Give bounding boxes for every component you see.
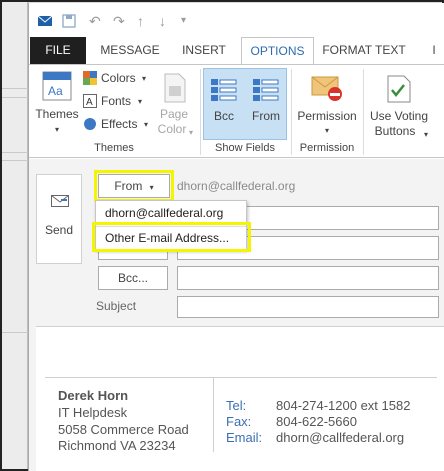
themes-icon: Aa [42, 71, 72, 101]
colors-button[interactable]: Colors ▾ [83, 70, 151, 88]
effects-icon [84, 118, 96, 130]
signature-divider [45, 377, 437, 378]
send-label: Send [44, 223, 74, 237]
permission-icon [311, 76, 342, 101]
from-option-default[interactable]: dhorn@callfederal.org [105, 206, 223, 220]
redo-icon[interactable]: ↷ [113, 13, 125, 30]
from-icon [253, 79, 279, 101]
save-icon[interactable] [62, 14, 76, 28]
subject-field[interactable] [177, 296, 439, 318]
signature-title: IT Helpdesk [58, 405, 128, 420]
title-bar: ↶ ↷ ↑ ↓ ▾ [29, 3, 444, 37]
effects-button[interactable]: Effects ▾ [83, 116, 151, 134]
bcc-label: Bcc [213, 109, 234, 123]
signature-email-value[interactable]: dhorn@callfederal.org [276, 429, 404, 446]
chevron-down-icon: ▾ [144, 120, 149, 129]
chevron-down-icon: ▾ [324, 126, 329, 135]
from-toggle[interactable]: From [245, 69, 287, 139]
send-button[interactable]: Send [36, 174, 82, 264]
group-separator [363, 69, 364, 155]
up-arrow-icon[interactable]: ↑ [137, 13, 144, 29]
signature-street: 5058 Commerce Road [58, 422, 189, 437]
down-arrow-icon[interactable]: ↓ [159, 13, 166, 29]
signature-tel-label: Tel: [226, 398, 247, 413]
colors-label: Colors [101, 71, 136, 85]
page-color-icon [164, 73, 186, 103]
themes-button[interactable]: Aa Themes ▾ [33, 67, 81, 139]
voting-icon [387, 75, 411, 103]
page-color-button[interactable]: Page Color ▾ [153, 67, 195, 139]
signature-fax-value: 804-622-5660 [276, 414, 357, 429]
fonts-button[interactable]: A Fonts ▾ [83, 93, 151, 111]
chevron-down-icon: ▾ [138, 97, 143, 106]
effects-label: Effects [101, 117, 138, 131]
chevron-down-icon: ▾ [188, 128, 193, 137]
permission-button[interactable]: Permission ▾ [293, 67, 361, 139]
undo-icon[interactable]: ↶ [89, 13, 101, 30]
themes-label: Themes [35, 107, 79, 121]
use-voting-buttons-button[interactable]: Use Voting Buttons ▾ [366, 67, 432, 139]
fonts-icon: A [83, 94, 97, 108]
tab-options[interactable]: OPTIONS [241, 37, 314, 65]
chevron-down-icon: ▾ [54, 125, 59, 134]
page-color-label: Page [159, 107, 189, 121]
bcc-field[interactable] [177, 266, 439, 290]
tab-message[interactable]: MESSAGE [91, 37, 169, 64]
signature-email-label: Email: [226, 430, 263, 445]
from-button-highlight [94, 170, 174, 202]
voting-label: Use Voting [369, 109, 429, 123]
group-separator [291, 69, 292, 155]
voting-label-2: Buttons [374, 124, 416, 138]
permission-group-label: Permission [299, 142, 355, 154]
bcc-icon [211, 79, 237, 101]
bcc-toggle[interactable]: Bcc [204, 69, 244, 139]
svg-text:A: A [86, 97, 93, 108]
tab-review[interactable]: I [427, 37, 441, 64]
themes-group-label: Themes [94, 142, 134, 154]
other-email-highlight [92, 222, 251, 252]
colors-icon [83, 71, 97, 85]
chevron-down-icon: ▾ [142, 74, 147, 83]
show-fields-group-label: Show Fields [215, 142, 275, 154]
signature-city: Richmond VA 23234 [58, 438, 176, 453]
ribbon-tabs: FILE MESSAGE INSERT OPTIONS FORMAT TEXT … [29, 37, 444, 65]
envelope-icon [37, 15, 53, 26]
signature-tel-value: 804-274-1200 ext 1582 [276, 398, 411, 413]
fonts-label: Fonts [101, 94, 132, 108]
from-label: From [252, 109, 280, 123]
svg-text:Aa: Aa [48, 84, 63, 98]
customize-icon[interactable]: ▾ [181, 15, 186, 26]
permission-label: Permission [297, 109, 357, 123]
tab-file[interactable]: FILE [30, 37, 86, 64]
background-window-strip [2, 2, 28, 469]
chevron-down-icon: ▾ [423, 130, 428, 139]
send-icon [51, 195, 69, 207]
signature-name: Derek Horn [58, 388, 129, 403]
signature-column-divider [213, 377, 214, 452]
bcc-button[interactable]: Bcc... [98, 266, 168, 290]
from-address: dhorn@callfederal.org [177, 179, 296, 193]
ribbon: Aa Themes ▾ Colors ▾ A Fonts ▾ Effects ▾ [29, 64, 444, 158]
subject-label: Subject [96, 299, 137, 313]
tab-format-text[interactable]: FORMAT TEXT [319, 37, 409, 64]
signature-fax-label: Fax: [226, 414, 252, 429]
tab-insert[interactable]: INSERT [173, 37, 235, 64]
